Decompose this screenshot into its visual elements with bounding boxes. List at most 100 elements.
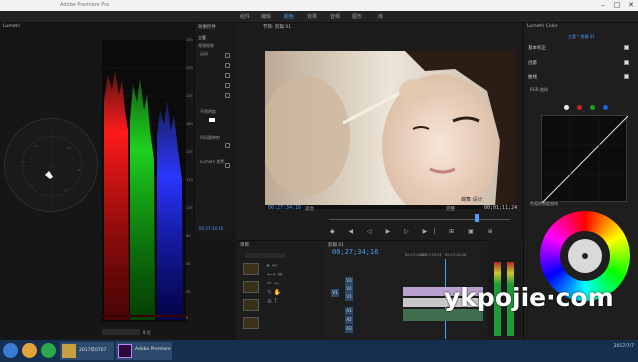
track-v3[interactable]: V3 bbox=[345, 277, 353, 285]
rgb-curve-editor[interactable] bbox=[541, 115, 629, 204]
folder-icon[interactable] bbox=[243, 317, 259, 329]
effect-controls-panel: 效果控件 主要 视频效果 运动 不透明度 时间重映射 Lumetri 颜色 00… bbox=[194, 23, 236, 233]
hue-wheel-handle[interactable] bbox=[582, 253, 588, 259]
keyframe-toggle-icon[interactable] bbox=[225, 53, 230, 58]
program-video-frame[interactable]: 蝶舞 设计 bbox=[265, 51, 515, 207]
workspace-tab-effects[interactable]: 效果 bbox=[307, 13, 317, 20]
curves-enable-checkbox[interactable] bbox=[624, 74, 629, 79]
transport-controls[interactable]: ◆ ◀ ◁ ▶ ▷ ▶| ⊞ ▣ ⊕ bbox=[330, 228, 510, 236]
section-curves[interactable]: 曲线 bbox=[528, 74, 537, 80]
folder-icon[interactable] bbox=[243, 299, 259, 311]
scale-mark-230: 230 bbox=[186, 66, 193, 70]
scale-mark-180: 180 bbox=[186, 122, 193, 126]
workspace-tab-graphics[interactable]: 图形 bbox=[352, 13, 362, 20]
curve-channel-white[interactable] bbox=[564, 105, 569, 110]
svg-text:G: G bbox=[31, 184, 34, 188]
folder-icon[interactable] bbox=[243, 263, 259, 275]
track-v2[interactable]: V2 bbox=[345, 285, 353, 293]
lumetri-clip-select[interactable]: 主要 * 剪辑 01 bbox=[568, 34, 595, 40]
explorer-icon[interactable] bbox=[22, 343, 37, 358]
curve-line bbox=[541, 115, 629, 204]
svg-text:Cy: Cy bbox=[63, 188, 67, 192]
lumetri-color-title: Lumetri Color bbox=[527, 24, 558, 29]
effect-item-opacity[interactable]: 不透明度 bbox=[200, 109, 216, 115]
curve-channel-red[interactable] bbox=[577, 105, 582, 110]
ruler-tick-3: 00;27;34;16 bbox=[445, 253, 467, 257]
scale-mark-30: 30 bbox=[186, 290, 191, 294]
curve-channel-blue[interactable] bbox=[603, 105, 608, 110]
monitor-timeline-ruler[interactable] bbox=[329, 219, 510, 220]
mask-pen-icon[interactable] bbox=[209, 118, 215, 122]
scale-mark-155: 155 bbox=[186, 150, 193, 154]
scale-mark-0: 0 bbox=[186, 316, 189, 320]
close-icon[interactable]: ✕ bbox=[624, 0, 638, 11]
creative-enable-checkbox[interactable] bbox=[624, 60, 629, 65]
section-rgb-curves[interactable]: RGB 曲线 bbox=[530, 87, 548, 93]
playback-resolution-select[interactable]: 完整 bbox=[446, 206, 455, 212]
effect-item-lumetri[interactable]: Lumetri 颜色 bbox=[200, 159, 225, 165]
effect-item-time-remap[interactable]: 时间重映射 bbox=[200, 135, 220, 141]
svg-text:R: R bbox=[35, 144, 37, 148]
keyframe-toggle-icon[interactable] bbox=[225, 143, 230, 148]
svg-text:Yl: Yl bbox=[22, 160, 25, 164]
section-creative[interactable]: 创意 bbox=[528, 60, 537, 66]
keyframe-toggle-icon[interactable] bbox=[225, 93, 230, 98]
effect-item-motion[interactable]: 运动 bbox=[200, 51, 208, 57]
taskbar-app-premiere[interactable]: Adobe Premiere bbox=[116, 342, 172, 360]
curve-channel-green[interactable] bbox=[590, 105, 595, 110]
bit-depth-label[interactable]: 8 位 bbox=[143, 330, 151, 336]
window-title: Adobe Premiere Pro bbox=[60, 2, 110, 8]
workspace-tab-color[interactable]: 颜色 bbox=[284, 13, 294, 20]
taskbar-app-label: 2017年0707 bbox=[79, 348, 107, 353]
workspace-bar: 组件 编辑 颜色 效果 音频 图形 库 bbox=[0, 11, 638, 23]
track-v1[interactable]: V1 bbox=[345, 293, 353, 301]
effect-controls-timecode[interactable]: 00:27:34:16 bbox=[199, 226, 223, 231]
zoom-level-select[interactable]: 适合 bbox=[305, 206, 314, 212]
video-still: 蝶舞 设计 bbox=[265, 51, 515, 207]
keyframe-toggle-icon[interactable] bbox=[225, 83, 230, 88]
effect-controls-master: 主要 bbox=[198, 35, 206, 40]
scale-mark-105: 105 bbox=[186, 206, 193, 210]
track-a2[interactable]: A2 bbox=[345, 316, 353, 324]
scope-mode-select[interactable] bbox=[102, 329, 140, 335]
svg-text:蝶舞 设计: 蝶舞 设计 bbox=[461, 196, 483, 203]
scale-mark-130: 130 bbox=[186, 178, 193, 182]
maximize-icon[interactable]: □ bbox=[610, 0, 624, 11]
start-button-icon[interactable] bbox=[3, 343, 18, 358]
minimize-icon[interactable]: – bbox=[596, 0, 610, 11]
workspace-tab-assembly[interactable]: 组件 bbox=[240, 13, 250, 20]
workspace-tab-libraries[interactable]: 库 bbox=[378, 13, 383, 20]
program-monitor: 节目: 剪辑 01 蝶舞 设计 bbox=[237, 23, 522, 233]
keyframe-toggle-icon[interactable] bbox=[225, 163, 230, 168]
svg-text:Mg: Mg bbox=[67, 146, 72, 150]
keyframe-toggle-icon[interactable] bbox=[225, 63, 230, 68]
taskbar-clock[interactable]: 2017/7/7 bbox=[594, 344, 634, 349]
track-target-v1[interactable]: V1 bbox=[331, 289, 339, 297]
effect-item-video[interactable]: 视频效果 bbox=[198, 43, 214, 49]
browser-icon[interactable] bbox=[41, 343, 56, 358]
timeline-timecode[interactable]: 00;27;34;16 bbox=[332, 248, 378, 256]
track-a1[interactable]: A1 bbox=[345, 307, 353, 315]
taskbar-app-photos[interactable]: 2017年0707 bbox=[60, 342, 114, 360]
monitor-scrub-bar[interactable] bbox=[265, 205, 515, 209]
scale-mark-255: 255 bbox=[186, 38, 193, 42]
tool-palette[interactable]: ▸ ↔ ⟷ ⇹ ✂ ⇿ ✎ ✋ ⊕ T bbox=[267, 261, 297, 339]
basic-enable-checkbox[interactable] bbox=[624, 45, 629, 50]
workspace-tab-editing[interactable]: 编辑 bbox=[261, 13, 271, 20]
vectorscope-graticule: R Mg B Cy G Yl bbox=[10, 124, 94, 208]
scale-mark-80: 80 bbox=[186, 234, 191, 238]
taskbar-app-label: Adobe Premiere bbox=[135, 347, 171, 352]
photo-app-icon bbox=[62, 344, 76, 358]
folder-icon[interactable] bbox=[243, 281, 259, 293]
project-panel-title: 项目 bbox=[240, 243, 249, 248]
project-search-input[interactable] bbox=[245, 253, 285, 258]
track-a3[interactable]: A3 bbox=[345, 325, 353, 333]
premiere-app-icon bbox=[118, 344, 132, 358]
section-basic[interactable]: 基本校正 bbox=[528, 45, 546, 51]
watermark: ykpojie·com bbox=[444, 283, 614, 312]
monitor-playhead[interactable] bbox=[475, 214, 479, 222]
workspace-tab-audio[interactable]: 音频 bbox=[330, 13, 340, 20]
rgb-parade-scope bbox=[102, 40, 186, 322]
program-playhead-timecode[interactable]: 00:27:34:16 bbox=[268, 205, 301, 211]
keyframe-toggle-icon[interactable] bbox=[225, 73, 230, 78]
